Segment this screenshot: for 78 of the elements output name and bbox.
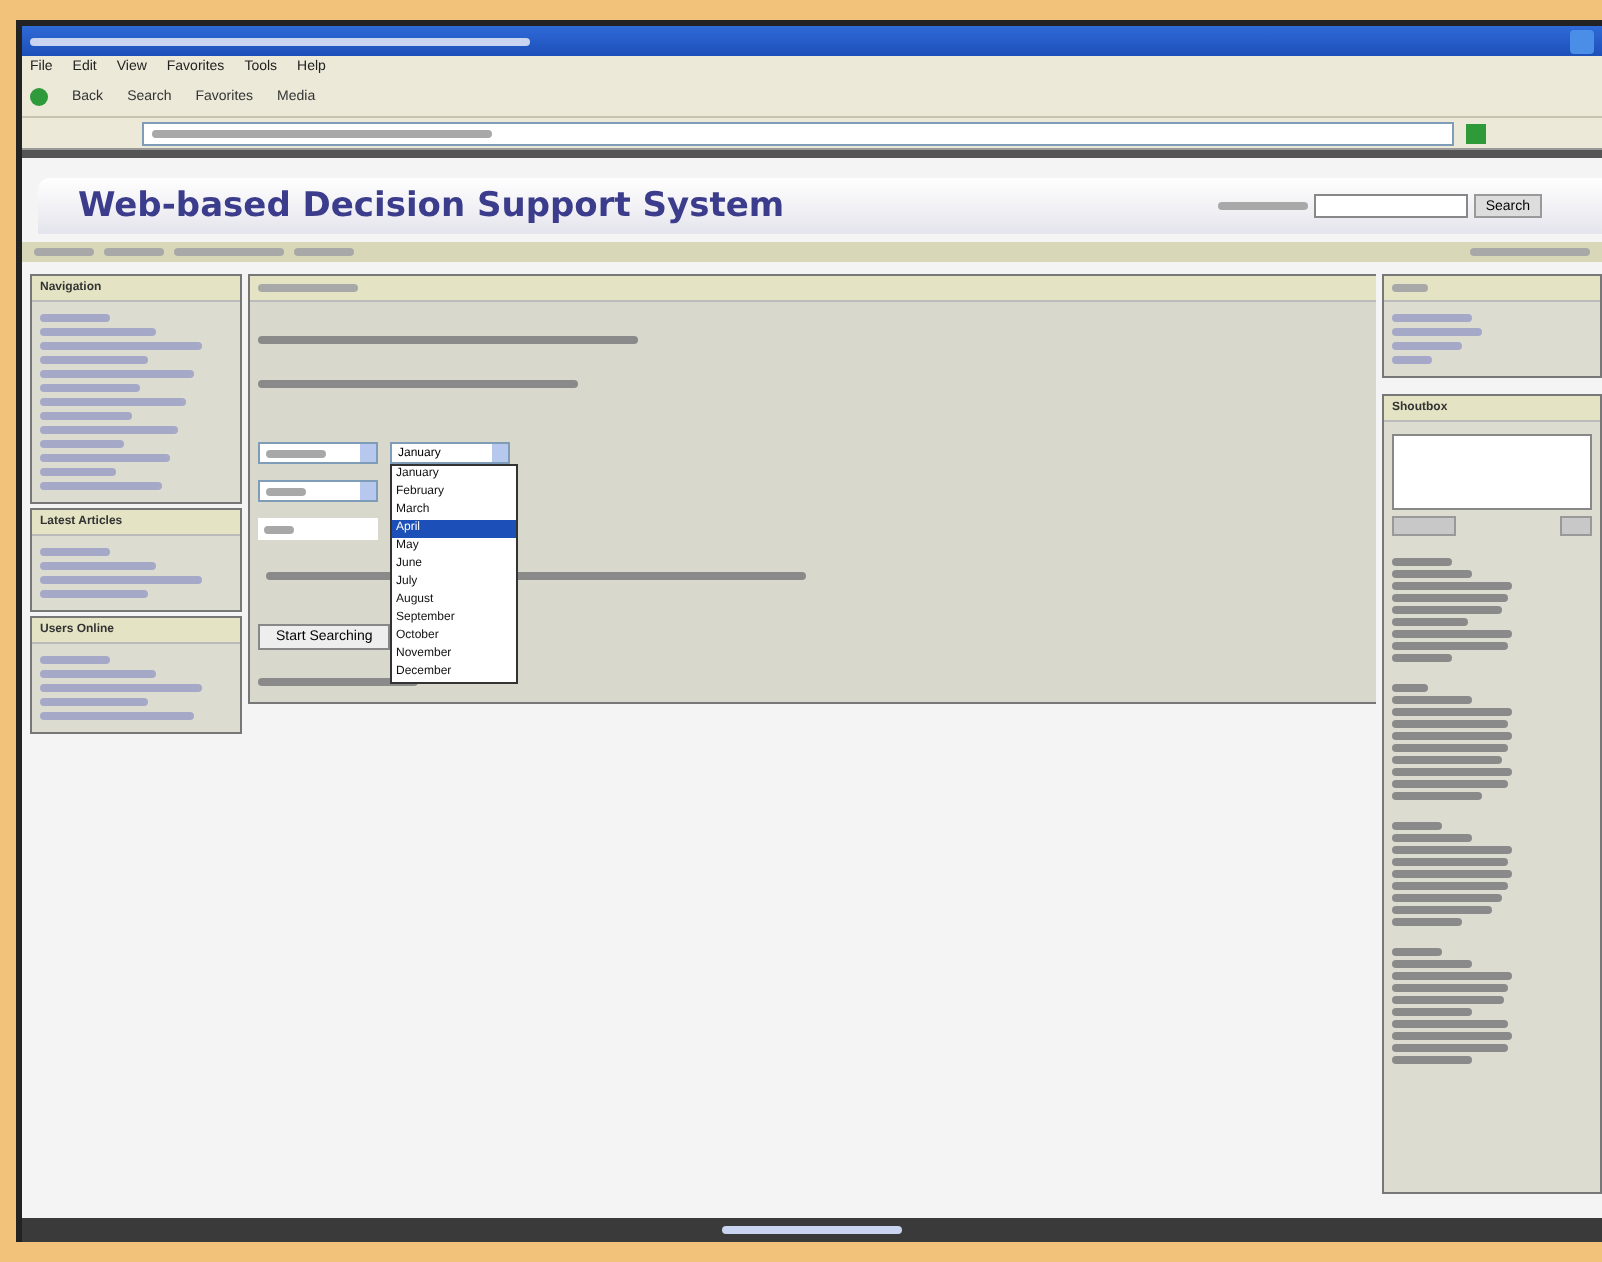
blurred-text <box>264 525 294 533</box>
blurred-text <box>40 670 156 678</box>
blurred-text <box>40 440 124 448</box>
input-field[interactable] <box>258 518 378 540</box>
blurred-text <box>1392 684 1428 692</box>
blurred-text <box>174 248 284 256</box>
blurred-text <box>1392 822 1442 830</box>
blurred-text <box>40 314 110 322</box>
blurred-text <box>1392 594 1508 602</box>
dropdown[interactable] <box>258 480 378 502</box>
blurred-text <box>1392 918 1462 926</box>
blurred-text <box>1392 984 1508 992</box>
blurred-text <box>1392 570 1472 578</box>
blurred-text <box>1392 642 1508 650</box>
blurred-text <box>1392 696 1472 704</box>
blurred-text <box>1392 948 1442 956</box>
blurred-text <box>1392 906 1492 914</box>
blurred-text <box>1392 972 1512 980</box>
blurred-text <box>1392 744 1508 752</box>
blurred-text <box>40 356 148 364</box>
blurred-text <box>1392 732 1512 740</box>
blurred-text <box>1392 858 1508 866</box>
blurred-text <box>1392 558 1452 566</box>
blurred-text <box>40 384 140 392</box>
blurred-text <box>1392 1056 1472 1064</box>
blurred-text <box>40 548 110 556</box>
blurred-text <box>258 284 358 292</box>
search-field[interactable] <box>1313 194 1468 218</box>
blurred-text <box>266 449 326 457</box>
blurred-text <box>1392 356 1432 364</box>
blurred-text <box>1392 780 1508 788</box>
blurred-text <box>1392 846 1512 854</box>
blurred-text <box>40 590 148 598</box>
blurred-text <box>40 656 110 664</box>
blurred-text <box>40 698 148 706</box>
blurred-text <box>1392 618 1468 626</box>
blurred-text <box>40 412 132 420</box>
blurred-text <box>1392 1008 1472 1016</box>
blurred-text <box>34 248 94 256</box>
blurred-text <box>40 328 156 336</box>
blurred-text <box>1392 342 1462 350</box>
blurred-text <box>1392 314 1472 322</box>
blurred-text <box>1392 328 1482 336</box>
blurred-text <box>1392 870 1512 878</box>
blurred-text <box>1392 630 1512 638</box>
blurred-text <box>1392 606 1502 614</box>
blurred-text <box>1470 248 1590 256</box>
dropdown[interactable] <box>258 442 378 464</box>
blurred-text <box>1392 1044 1508 1052</box>
blurred-text <box>1392 996 1504 1004</box>
message-box[interactable] <box>1392 434 1592 510</box>
blurred-text <box>1392 284 1428 292</box>
blurred-text <box>104 248 164 256</box>
blurred-text <box>40 482 162 490</box>
blurred-text <box>1392 1032 1512 1040</box>
blurred-text <box>1392 894 1502 902</box>
blurred-text <box>1392 756 1502 764</box>
blurred-text <box>1392 708 1512 716</box>
blurred-text <box>1392 960 1472 968</box>
blurred-text <box>40 426 178 434</box>
blurred-text <box>1392 834 1472 842</box>
address-field[interactable] <box>142 121 1454 145</box>
blurred-text <box>266 487 306 495</box>
site-title: Web-based Decision Support System <box>78 186 785 226</box>
blurred-text <box>40 468 116 476</box>
blurred-text <box>1217 202 1308 210</box>
shoutbox-button[interactable] <box>1392 516 1456 536</box>
blurred-text <box>1392 720 1508 728</box>
blurred-text <box>1392 768 1512 776</box>
blurred-text <box>1392 792 1482 800</box>
blurred-text <box>294 248 354 256</box>
blurred-text <box>40 562 156 570</box>
blurred-text <box>1392 582 1512 590</box>
blurred-text <box>1392 654 1452 662</box>
blurred-text <box>1392 1020 1508 1028</box>
blurred-text <box>40 454 170 462</box>
shoutbox-button[interactable] <box>1560 516 1592 536</box>
blurred-text <box>1392 882 1508 890</box>
